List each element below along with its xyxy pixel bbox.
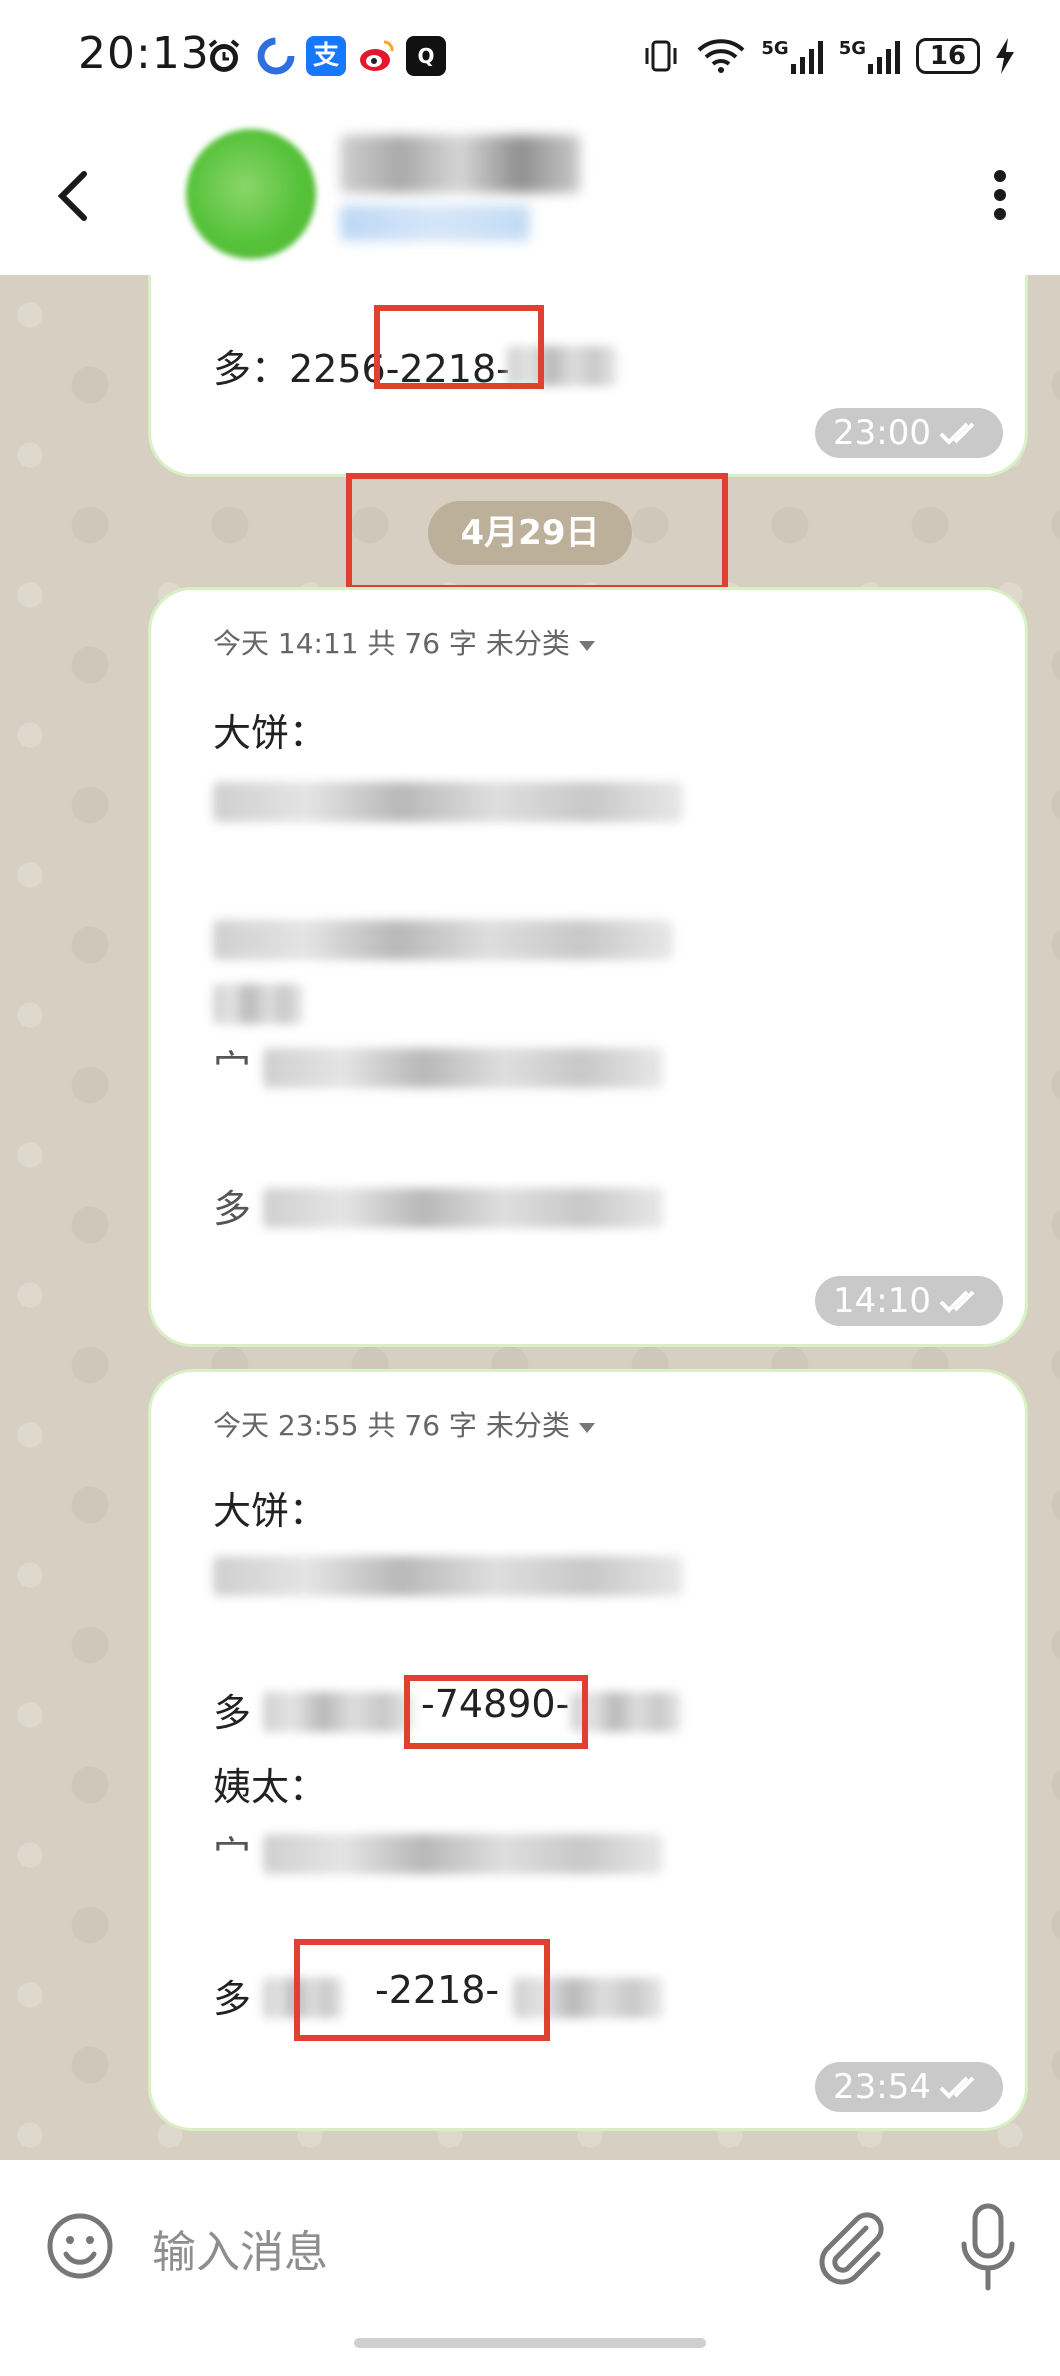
chat-header <box>0 115 1060 275</box>
message-bubble[interactable]: 多：2256-2218- 23:00 <box>148 275 1028 477</box>
line-label: 宀 <box>213 1833 252 1877</box>
dropdown-arrow-icon[interactable] <box>578 1423 595 1435</box>
avatar[interactable] <box>186 129 316 259</box>
redacted-text <box>213 782 683 822</box>
battery-indicator: 16 <box>916 38 980 74</box>
vertical-dots-icon[interactable] <box>980 160 1020 230</box>
browser-icon <box>257 37 295 75</box>
note-meta: 今天 23:55 共 76 字 未分类 <box>213 1404 595 1444</box>
redacted-text <box>213 984 303 1024</box>
line-label: 宀 <box>213 1047 252 1091</box>
double-check-icon <box>939 422 975 445</box>
redacted-text <box>213 1556 683 1596</box>
message-bubble[interactable]: 今天 23:55 共 76 字 未分类 大饼： 多 -74890- 姨太： 宀 … <box>148 1369 1028 2131</box>
chat-area[interactable]: 多：2256-2218- 23:00 4月29日 今天 14:11 共 76 字… <box>0 275 1060 2160</box>
signal-icon <box>790 41 823 74</box>
highlight-box <box>404 1675 588 1749</box>
highlight-box <box>294 1939 550 2041</box>
double-check-icon <box>939 1290 975 1313</box>
alipay-icon: 支 <box>306 36 346 76</box>
message-timestamp: 23:00 <box>815 408 1003 458</box>
message-input[interactable]: 输入消息 <box>152 2216 328 2280</box>
contact-name-redacted[interactable] <box>340 135 580 193</box>
redacted-text <box>263 1048 663 1088</box>
home-indicator <box>354 2338 706 2348</box>
charging-icon <box>996 38 1014 74</box>
line-label: 多 <box>213 1187 252 1231</box>
vibrate-icon <box>645 40 677 72</box>
emoji-icon[interactable] <box>44 2210 116 2282</box>
message-bubble[interactable]: 今天 14:11 共 76 字 未分类 大饼： 宀 多 14:10 <box>148 587 1028 1347</box>
redacted-text <box>263 1188 663 1228</box>
message-timestamp: 14:10 <box>815 1276 1003 1326</box>
redacted-text <box>213 920 673 960</box>
note-heading: 大饼： <box>213 711 328 755</box>
note-heading: 大饼： <box>213 1489 328 1533</box>
redacted-text <box>263 1692 413 1732</box>
signal-icon <box>868 41 900 74</box>
highlight-box <box>346 473 728 591</box>
weibo-icon <box>360 40 394 71</box>
highlight-box <box>374 305 544 389</box>
paperclip-icon[interactable] <box>810 2206 886 2286</box>
microphone-icon[interactable] <box>958 2200 1018 2296</box>
dropdown-arrow-icon[interactable] <box>578 641 595 653</box>
status-time: 20:13 <box>78 28 210 79</box>
line-label: 多 <box>213 1691 252 1735</box>
wifi-icon <box>698 39 745 73</box>
note-heading: 姨太： <box>213 1765 328 1809</box>
chevron-left-icon[interactable] <box>50 160 100 230</box>
message-timestamp: 23:54 <box>815 2062 1003 2112</box>
double-check-icon <box>939 2076 975 2099</box>
note-meta: 今天 14:11 共 76 字 未分类 <box>213 622 595 662</box>
message-input-bar: 输入消息 <box>0 2160 1060 2376</box>
signal-strength-2: 5G <box>839 38 902 74</box>
contact-status-redacted <box>340 205 530 241</box>
redacted-text <box>263 1834 663 1874</box>
line-label: 多 <box>213 1977 252 2021</box>
app-icon: Q <box>406 36 446 76</box>
status-bar: 20:13 支 Q 5G 5G 16 <box>0 0 1060 115</box>
status-indicators: 5G 5G 16 <box>641 30 1016 82</box>
alarm-icon <box>208 39 240 72</box>
signal-strength-1: 5G <box>761 38 824 74</box>
